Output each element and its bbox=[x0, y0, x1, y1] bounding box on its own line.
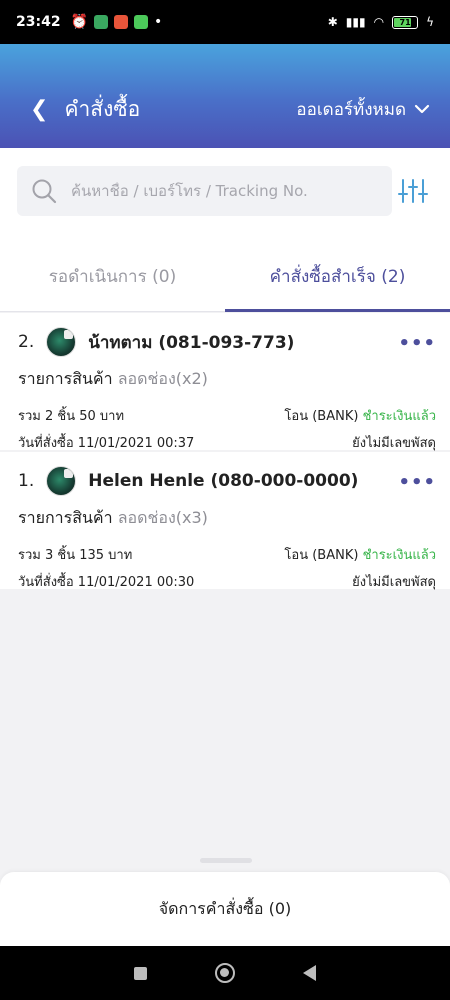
signal-icon: ▮▮▮ bbox=[345, 15, 366, 29]
order-date: วันที่สั่งซื้อ 11/01/2021 00:37 bbox=[18, 436, 195, 451]
manage-orders-label: จัดการคำสั่งซื้อ (0) bbox=[158, 898, 292, 918]
drag-handle[interactable] bbox=[200, 858, 252, 863]
system-nav-bar bbox=[0, 946, 450, 1000]
items-detail: ลอดช่อง(x3) bbox=[117, 508, 208, 527]
recent-apps-icon[interactable] bbox=[134, 966, 147, 980]
app-notification-icon bbox=[94, 15, 109, 29]
app-notification-icon bbox=[134, 15, 149, 29]
wifi-icon: ◠ bbox=[373, 15, 385, 29]
order-number: 2. bbox=[18, 332, 35, 352]
filter-sliders-icon[interactable] bbox=[398, 178, 428, 204]
items-label: รายการสินค้า bbox=[18, 508, 113, 527]
status-bar: 23:42 ⏰ • ✱ ▮▮▮ ◠ 71 ϟ bbox=[0, 0, 450, 44]
status-notification-icons: ⏰ • bbox=[71, 14, 163, 30]
app-header: ❮ คำสั่งซื้อ ออเดอร์ทั้งหมด bbox=[0, 44, 450, 148]
bluetooth-icon: ✱ bbox=[327, 15, 338, 29]
payment-method: โอน (BANK) bbox=[284, 548, 359, 563]
order-total: รวม 3 ชิ้น 135 บาท bbox=[18, 548, 133, 563]
search-input[interactable] bbox=[71, 182, 371, 200]
order-number: 1. bbox=[18, 471, 35, 491]
order-filter-dropdown[interactable]: ออเดอร์ทั้งหมด bbox=[296, 96, 430, 123]
order-tabs: รอดำเนินการ (0) คำสั่งซื้อสำเร็จ (2) bbox=[0, 242, 450, 312]
order-filter-label: ออเดอร์ทั้งหมด bbox=[296, 99, 406, 120]
tracking-status: ยังไม่มีเลขพัสดุ bbox=[352, 436, 436, 451]
tab-completed[interactable]: คำสั่งซื้อสำเร็จ (2) bbox=[225, 242, 450, 312]
status-time: 23:42 bbox=[16, 14, 61, 30]
order-items: รายการสินค้า ลอดช่อง(x3) bbox=[18, 506, 208, 531]
back-triangle-icon[interactable] bbox=[303, 965, 316, 981]
payment-method: โอน (BANK) bbox=[284, 409, 359, 424]
charging-icon: ϟ bbox=[426, 15, 434, 29]
payment-info: โอน (BANK) ชำระเงินแล้ว bbox=[284, 405, 436, 426]
search-icon bbox=[32, 179, 57, 204]
battery-level: 71 bbox=[399, 17, 411, 27]
customer-name: Helen Henle (080-000-0000) bbox=[88, 471, 359, 491]
tab-pending[interactable]: รอดำเนินการ (0) bbox=[0, 242, 225, 311]
chevron-down-icon bbox=[414, 104, 430, 114]
back-arrow-icon[interactable]: ❮ bbox=[30, 97, 48, 122]
customer-name: น้าทตาม (081-093-773) bbox=[88, 332, 295, 353]
app-notification-icon bbox=[114, 15, 129, 29]
tracking-status: ยังไม่มีเลขพัสดุ bbox=[352, 575, 436, 590]
items-label: รายการสินค้า bbox=[18, 369, 113, 388]
alarm-icon: ⏰ bbox=[70, 14, 89, 30]
manage-orders-button[interactable]: จัดการคำสั่งซื้อ (0) bbox=[0, 872, 450, 946]
payment-status: ชำระเงินแล้ว bbox=[362, 548, 436, 563]
order-card[interactable]: 1. Helen Henle (080-000-0000) ••• รายการ… bbox=[0, 452, 450, 590]
battery-icon: 71 bbox=[392, 15, 419, 29]
avatar bbox=[46, 327, 77, 357]
items-detail: ลอดช่อง(x2) bbox=[117, 369, 208, 388]
home-icon[interactable] bbox=[215, 963, 235, 983]
payment-info: โอน (BANK) ชำระเงินแล้ว bbox=[284, 544, 436, 565]
order-card[interactable]: 2. น้าทตาม (081-093-773) ••• รายการสินค้… bbox=[0, 313, 450, 451]
more-options-icon[interactable]: ••• bbox=[398, 472, 436, 493]
dot-icon: • bbox=[154, 14, 163, 30]
order-header: 1. Helen Henle (080-000-0000) bbox=[18, 466, 358, 496]
search-box[interactable] bbox=[17, 166, 392, 216]
page-title: คำสั่งซื้อ bbox=[64, 96, 141, 121]
search-area bbox=[0, 148, 450, 242]
order-total: รวม 2 ชิ้น 50 บาท bbox=[18, 409, 125, 424]
status-right: ✱ ▮▮▮ ◠ 71 ϟ bbox=[328, 15, 434, 29]
order-header: 2. น้าทตาม (081-093-773) bbox=[18, 327, 294, 357]
order-date: วันที่สั่งซื้อ 11/01/2021 00:30 bbox=[18, 575, 195, 590]
avatar bbox=[46, 466, 77, 496]
payment-status: ชำระเงินแล้ว bbox=[362, 409, 436, 424]
more-options-icon[interactable]: ••• bbox=[398, 333, 436, 354]
order-items: รายการสินค้า ลอดช่อง(x2) bbox=[18, 367, 208, 392]
